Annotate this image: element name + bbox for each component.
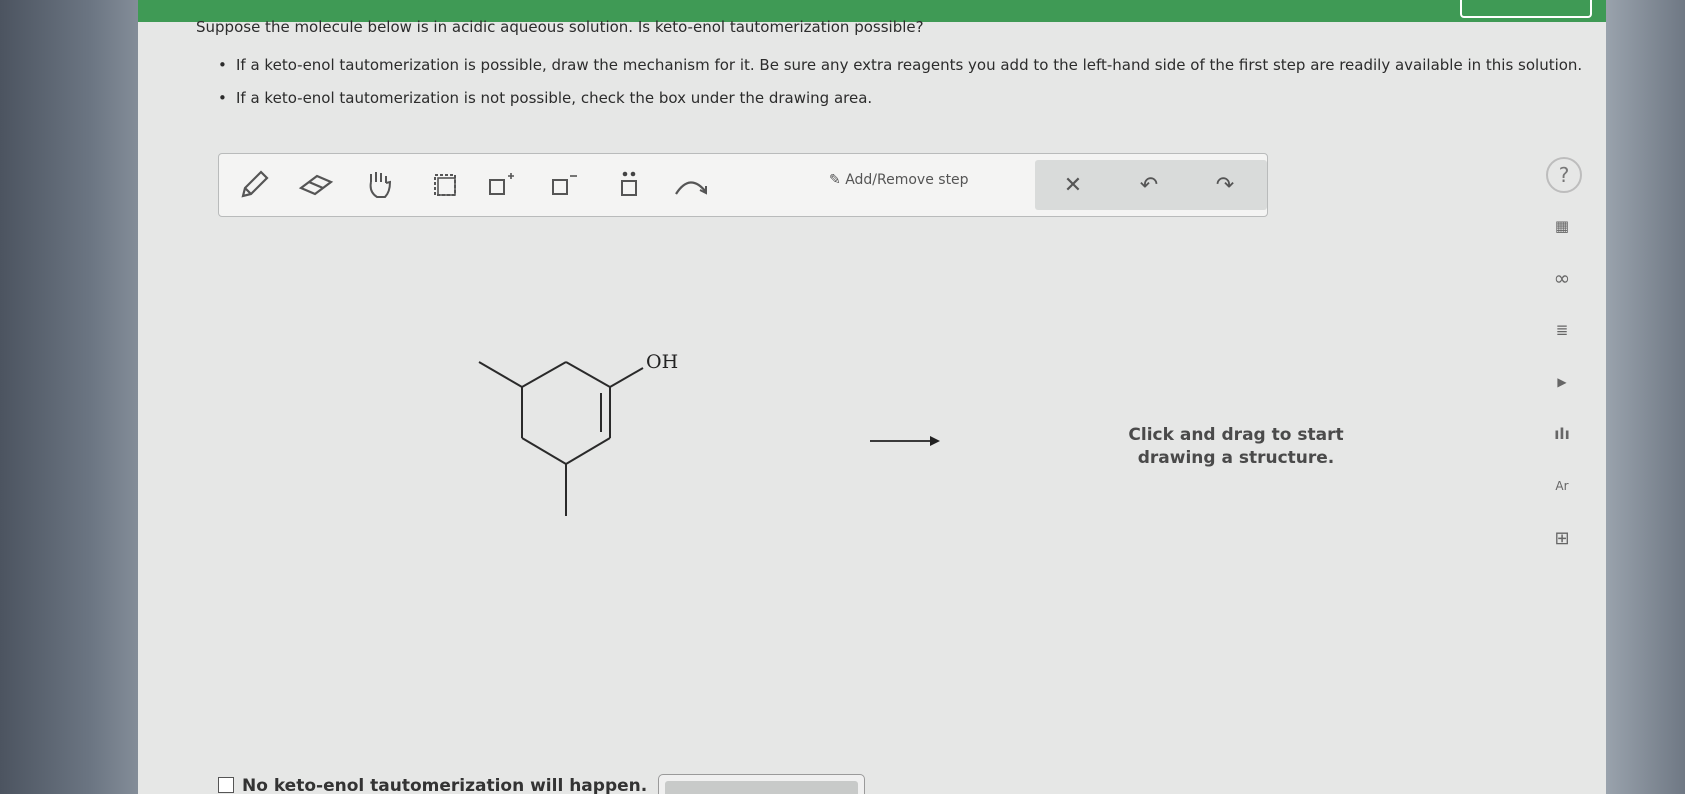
- help-icon[interactable]: ?: [1546, 157, 1582, 193]
- bottom-button-fill: [665, 781, 858, 794]
- reaction-arrow: [870, 436, 940, 446]
- video-icon[interactable]: ▶: [1542, 362, 1582, 402]
- no-reaction-label: No keto-enol tautomerization will happen…: [242, 776, 648, 794]
- notes-icon[interactable]: ≣: [1542, 310, 1582, 350]
- screen: Suppose the molecule below is in acidic …: [138, 0, 1606, 794]
- photo-bezel-right: [1605, 0, 1685, 794]
- hydroxyl-label: OH: [646, 351, 679, 373]
- bottom-button[interactable]: [658, 774, 865, 794]
- drawing-canvas[interactable]: [138, 0, 1606, 794]
- calculator-icon[interactable]: ▦: [1542, 206, 1582, 246]
- canvas-hint: Click and drag to start drawing a struct…: [1128, 425, 1344, 468]
- molecule-structure[interactable]: [478, 361, 644, 516]
- no-reaction-checkbox[interactable]: [218, 777, 234, 793]
- data-table-icon[interactable]: ⊞: [1542, 518, 1582, 558]
- chart-icon[interactable]: ılı: [1542, 414, 1582, 454]
- periodic-table-icon[interactable]: Ar: [1542, 466, 1582, 506]
- infinity-icon[interactable]: ∞: [1542, 258, 1582, 298]
- photo-bezel-left: [0, 0, 150, 794]
- no-reaction-checkbox-row[interactable]: No keto-enol tautomerization will happen…: [218, 776, 647, 794]
